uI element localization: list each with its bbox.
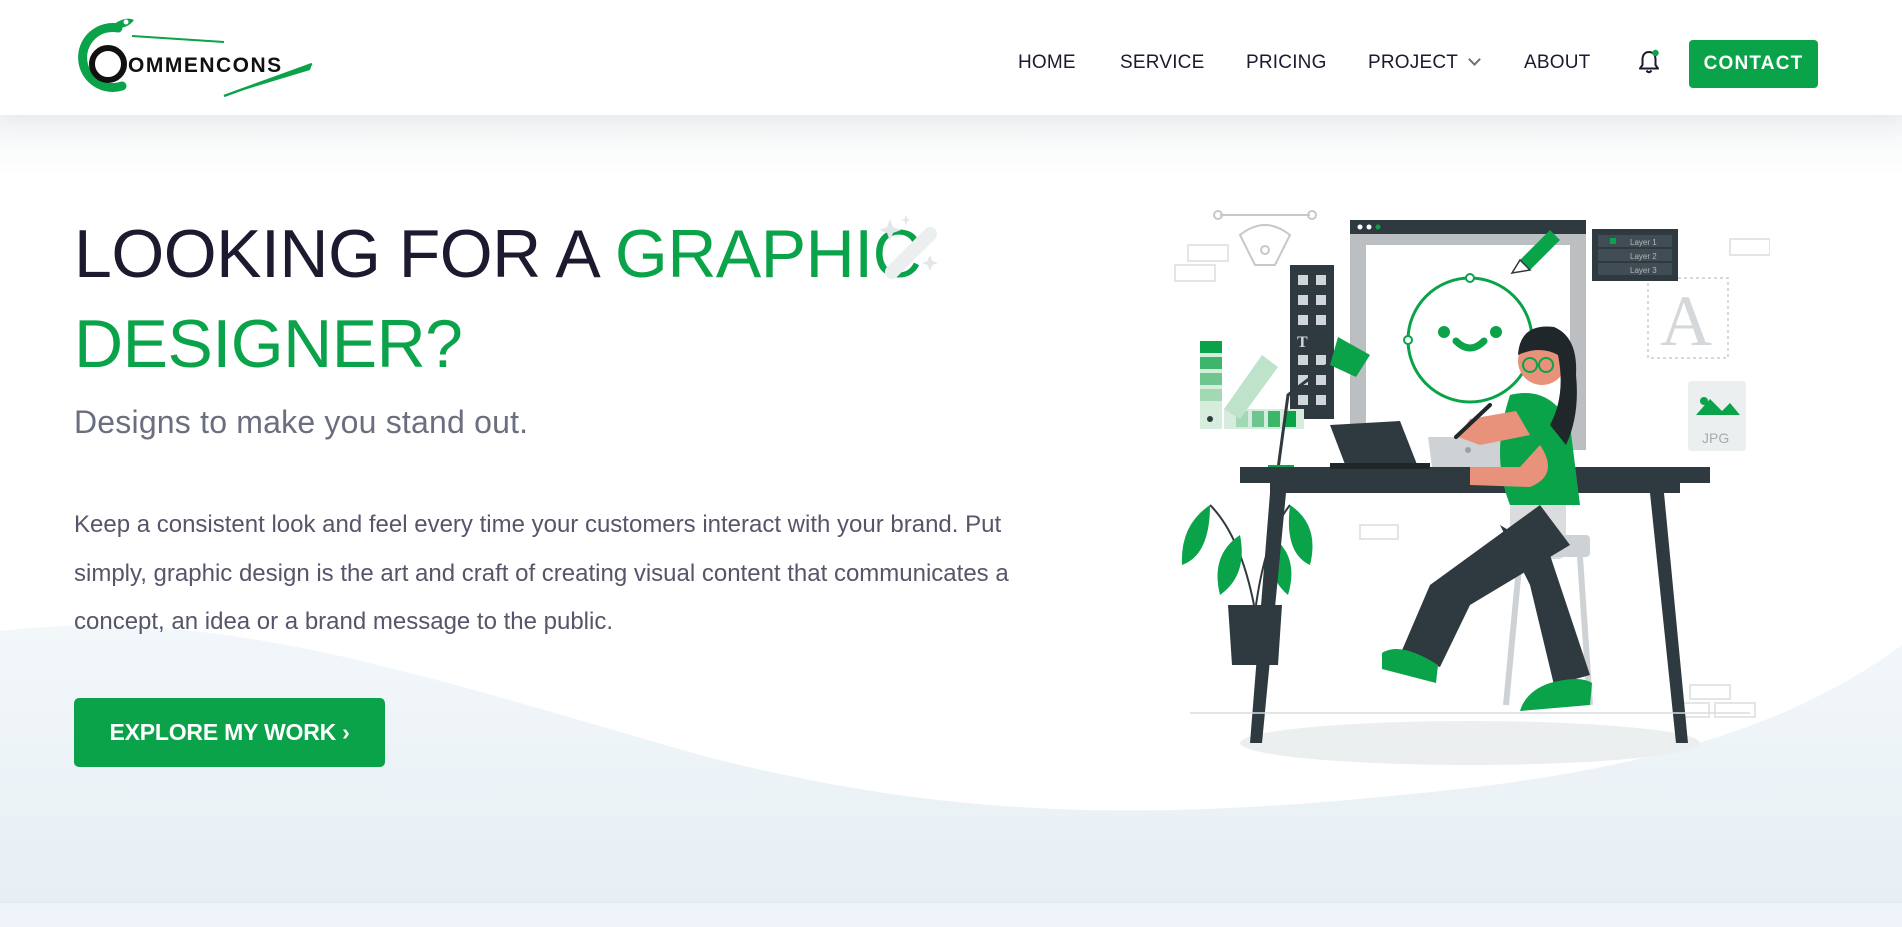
nav-project[interactable]: PROJECT [1368, 52, 1481, 74]
site-header: OMMENCONS HOME SERVICE PRICING PROJECT A… [0, 0, 1902, 115]
chevron-right-icon: › [342, 719, 350, 745]
bell-icon [1639, 49, 1659, 74]
graphic-designer-illustration: A JPG Layer 1 Layer 2 Layer 3 T [1170, 205, 1770, 795]
chevron-down-icon [1468, 53, 1481, 66]
next-section-edge [0, 902, 1902, 927]
nav-project-label: PROJECT [1368, 52, 1459, 73]
svg-text:Layer 3: Layer 3 [1630, 266, 1657, 275]
hero-section: LOOKING FOR A GRAPHIC DESIGNER? Designs … [0, 115, 1902, 902]
svg-text:Layer 2: Layer 2 [1630, 252, 1657, 261]
svg-text:OMMENCONS: OMMENCONS [128, 54, 283, 77]
brand-logo[interactable]: OMMENCONS [74, 14, 314, 100]
explore-button-label: EXPLORE MY WORK [109, 719, 337, 745]
nav-pricing[interactable]: PRICING [1246, 52, 1327, 74]
nav-service[interactable]: SERVICE [1120, 52, 1204, 74]
explore-my-work-button[interactable]: EXPLORE MY WORK › [74, 698, 385, 767]
svg-text:T: T [1297, 334, 1308, 351]
hero-headline: LOOKING FOR A GRAPHIC DESIGNER? [74, 209, 974, 389]
contact-button[interactable]: CONTACT [1689, 40, 1818, 88]
svg-text:Layer 1: Layer 1 [1630, 238, 1657, 247]
hero-description: Keep a consistent look and feel every ti… [74, 511, 1009, 635]
nav-about[interactable]: ABOUT [1524, 52, 1590, 74]
hero-subtitle: Designs to make you stand out. [74, 404, 529, 440]
headline-text: LOOKING FOR A [74, 216, 615, 292]
main-nav: HOME SERVICE PRICING PROJECT ABOUT CONTA… [1000, 40, 1902, 88]
svg-text:JPG: JPG [1702, 430, 1729, 446]
nav-home[interactable]: HOME [1018, 52, 1076, 74]
notification-bell[interactable] [1636, 48, 1662, 76]
svg-text:A: A [1660, 281, 1712, 361]
logo-mark-icon: OMMENCONS [78, 18, 313, 98]
magic-wand-icon [874, 211, 950, 287]
